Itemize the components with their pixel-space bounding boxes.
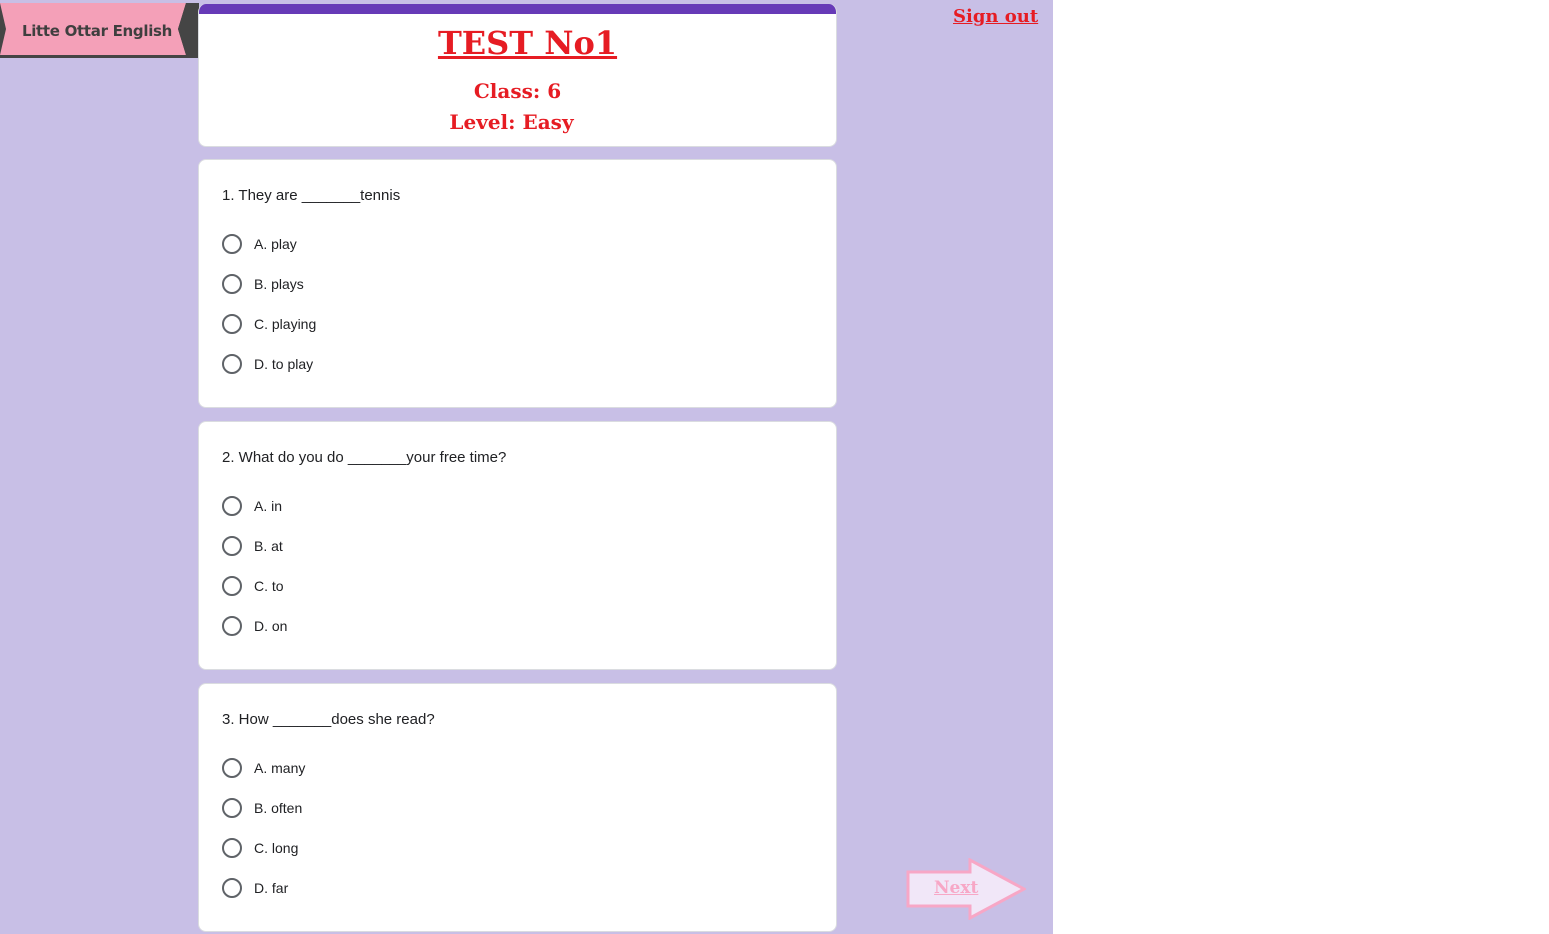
radio-button[interactable]: [222, 274, 242, 294]
option-label: A. play: [254, 236, 297, 252]
question-text: 3. How _______does she read?: [222, 711, 435, 728]
page-title-text: TEST No1: [437, 24, 618, 62]
radio-button[interactable]: [222, 798, 242, 818]
option-b[interactable]: B. plays: [222, 272, 304, 296]
radio-button[interactable]: [222, 758, 242, 778]
radio-button[interactable]: [222, 536, 242, 556]
radio-button[interactable]: [222, 234, 242, 254]
option-label: A. in: [254, 498, 283, 514]
option-label: C. to: [254, 578, 284, 594]
option-label: D. on: [254, 618, 288, 634]
question-card-2: 2. What do you do _______your free time?…: [198, 421, 837, 670]
option-a[interactable]: A. many: [222, 756, 305, 780]
radio-button[interactable]: [222, 616, 242, 636]
sign-out-link[interactable]: Sign out: [953, 6, 1038, 27]
option-b[interactable]: B. at: [222, 534, 283, 558]
option-label: B. plays: [254, 276, 304, 292]
option-d[interactable]: D. on: [222, 614, 287, 638]
accent-bar: [199, 4, 836, 14]
option-d[interactable]: D. to play: [222, 352, 313, 376]
option-b[interactable]: B. often: [222, 796, 302, 820]
option-c[interactable]: C. playing: [222, 312, 316, 336]
radio-button[interactable]: [222, 354, 242, 374]
option-label: C. playing: [254, 316, 317, 332]
quiz-page: Litte Ottar English Sign out TEST No1 Cl…: [0, 0, 1053, 934]
page-title: TEST No1: [199, 24, 836, 62]
option-a[interactable]: A. play: [222, 232, 297, 256]
option-label: A. many: [254, 760, 306, 776]
question-card-3: 3. How _______does she read? A. many B. …: [198, 683, 837, 932]
question-card-1: 1. They are _______tennis A. play B. pla…: [198, 159, 837, 408]
radio-button[interactable]: [222, 878, 242, 898]
option-label: D. to play: [254, 356, 314, 372]
option-label: C. long: [254, 840, 299, 856]
option-label: D. far: [254, 880, 289, 896]
radio-button[interactable]: [222, 838, 242, 858]
option-c[interactable]: C. to: [222, 574, 284, 598]
radio-button[interactable]: [222, 314, 242, 334]
option-label: B. often: [254, 800, 303, 816]
option-label: B. at: [254, 538, 283, 554]
radio-button[interactable]: [222, 576, 242, 596]
brand-name: Litte Ottar English: [21, 21, 173, 40]
next-label: Next: [934, 878, 979, 898]
radio-button[interactable]: [222, 496, 242, 516]
option-d[interactable]: D. far: [222, 876, 288, 900]
option-c[interactable]: C. long: [222, 836, 298, 860]
option-a[interactable]: A. in: [222, 494, 282, 518]
form-header-card: TEST No1 Class: 6 Level: Easy: [198, 4, 837, 147]
class-label: Class: 6: [473, 79, 562, 103]
next-button[interactable]: Next: [906, 858, 1026, 920]
brand-ribbon: Litte Ottar English: [0, 3, 199, 58]
question-text: 2. What do you do _______your free time?: [222, 449, 507, 466]
level-label: Level: Easy: [449, 110, 574, 134]
question-text: 1. They are _______tennis: [222, 187, 401, 204]
